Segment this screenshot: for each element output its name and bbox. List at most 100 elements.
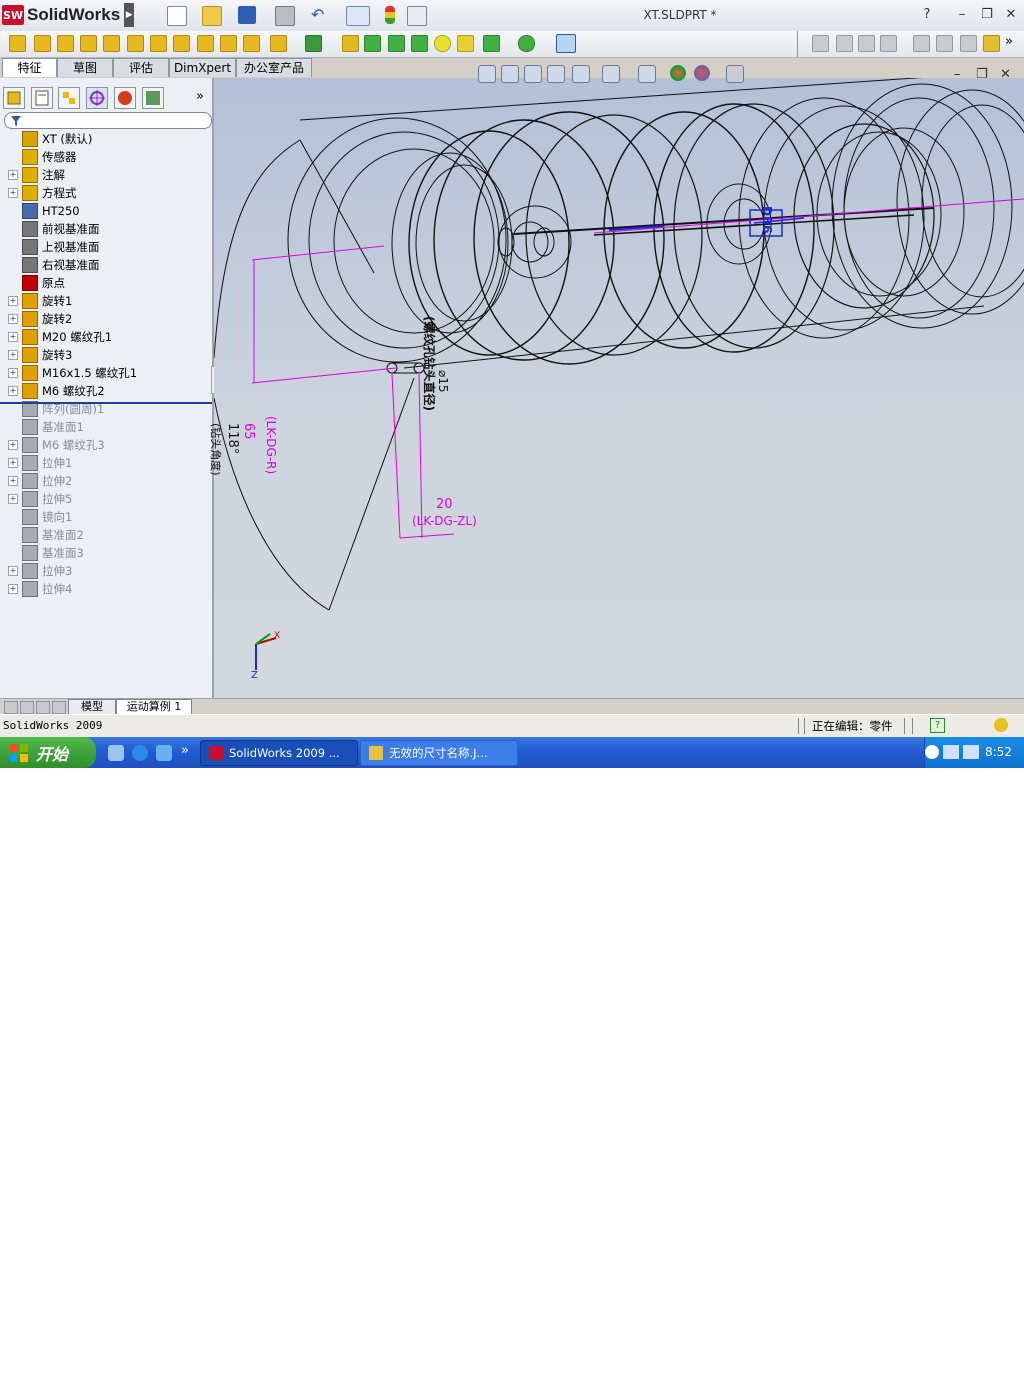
help-button[interactable]: ? [918, 6, 936, 24]
tree-node[interactable]: + 注解 [0, 166, 212, 184]
expand-toggle-icon[interactable]: + [8, 458, 18, 468]
expand-toggle-icon[interactable]: + [8, 566, 18, 576]
configurationmanager-tab-icon[interactable] [58, 87, 80, 109]
revolved-boss-icon[interactable] [34, 35, 51, 52]
tray-expand-icon[interactable] [925, 745, 939, 759]
internet-explorer-icon[interactable] [132, 745, 148, 761]
tree-node[interactable]: + 拉伸4 [0, 580, 212, 598]
select-arrow-icon[interactable] [346, 6, 370, 26]
boundary-cut-icon[interactable] [243, 35, 260, 52]
taskbar-solidworks[interactable]: SolidWorks 2009 ... [200, 740, 358, 766]
wrap-icon[interactable] [411, 35, 428, 52]
dome-icon[interactable] [434, 35, 451, 52]
reference-geometry-icon[interactable] [483, 35, 500, 52]
tab-features[interactable]: 特征 [2, 58, 57, 77]
tab-sketch[interactable]: 草图 [57, 58, 113, 77]
tree-node[interactable]: + 方程式 [0, 184, 212, 202]
lofted-cut-icon[interactable] [220, 35, 237, 52]
extruded-cut-icon[interactable] [127, 35, 144, 52]
new-document-icon[interactable] [167, 6, 187, 26]
section-view-icon[interactable] [547, 65, 565, 83]
taskbar-image-viewer[interactable]: 无效的尺寸名称.J... [360, 740, 518, 766]
tree-node[interactable]: + 旋转1 [0, 292, 212, 310]
options-icon[interactable] [407, 6, 427, 26]
display-style-icon[interactable] [602, 65, 620, 83]
panel-expand-icon[interactable]: » [196, 89, 204, 104]
expand-toggle-icon[interactable]: + [8, 332, 18, 342]
start-button[interactable]: 开始 [0, 737, 96, 768]
display-manager-tab-icon[interactable] [114, 87, 136, 109]
expand-toggle-icon[interactable]: + [8, 314, 18, 324]
instant3d-icon[interactable] [556, 34, 576, 53]
expand-toggle-icon[interactable]: + [8, 386, 18, 396]
viewport-close-button[interactable]: ✕ [1000, 67, 1011, 82]
print-icon[interactable] [275, 6, 295, 26]
taskbar-clock[interactable]: 8:52 [985, 745, 1012, 759]
undo-icon[interactable]: ↶ [311, 6, 329, 24]
rollback-bar[interactable] [0, 402, 212, 404]
dimension-20-value[interactable]: 20 [436, 497, 453, 512]
toolbar-overflow-icon[interactable]: » [1005, 34, 1013, 49]
quicklaunch-more-icon[interactable]: » [181, 743, 189, 758]
routing-icon[interactable] [880, 35, 897, 52]
next-tab-arrow-icon[interactable] [36, 701, 50, 714]
tree-node[interactable]: 原点 [0, 274, 212, 292]
tab-evaluate[interactable]: 评估 [113, 58, 169, 77]
show-desktop-icon[interactable] [108, 745, 124, 761]
expand-toggle-icon[interactable]: + [8, 188, 18, 198]
rebuild-icon[interactable] [385, 6, 395, 24]
swept-cut-icon[interactable] [197, 35, 214, 52]
expand-toggle-icon[interactable]: + [8, 296, 18, 306]
last-tab-arrow-icon[interactable] [52, 701, 66, 714]
restore-button[interactable]: ❐ [978, 6, 996, 24]
tree-node[interactable]: 基准面2 [0, 526, 212, 544]
previous-view-icon[interactable] [524, 65, 542, 83]
dimension-65-value[interactable]: 65 [241, 423, 256, 440]
hole-wizard-icon[interactable] [150, 35, 167, 52]
hide-show-items-icon[interactable] [638, 65, 656, 83]
tab-office-products[interactable]: 办公室产品 [236, 58, 312, 77]
tree-node[interactable]: HT250 [0, 202, 212, 220]
tree-node[interactable]: 基准面3 [0, 544, 212, 562]
tree-node[interactable]: + M6 螺纹孔2 [0, 382, 212, 400]
tree-node[interactable]: 前视基准面 [0, 220, 212, 238]
boundary-boss-icon[interactable] [103, 35, 120, 52]
curves-icon[interactable] [518, 35, 535, 52]
extruded-boss-icon[interactable] [9, 35, 26, 52]
expand-toggle-icon[interactable]: + [8, 368, 18, 378]
tree-node[interactable]: XT (默认) [0, 130, 212, 148]
solidworks-logo[interactable]: SW SolidWorks ▶ [2, 3, 136, 27]
quick-tips-icon[interactable]: ? [930, 718, 945, 733]
sheet-metal-icon[interactable] [836, 35, 853, 52]
minimize-button[interactable]: – [953, 6, 971, 24]
weldment-icon[interactable] [812, 35, 829, 52]
menu-flyout-arrow-icon[interactable]: ▶ [124, 3, 135, 27]
first-tab-arrow-icon[interactable] [4, 701, 18, 714]
tree-node[interactable]: + M20 螺纹孔1 [0, 328, 212, 346]
expand-toggle-icon[interactable]: + [8, 170, 18, 180]
diameter-15-value[interactable]: ⌀15 [436, 370, 450, 393]
tree-node[interactable]: 右视基准面 [0, 256, 212, 274]
tree-node[interactable]: 镜向1 [0, 508, 212, 526]
save-icon[interactable] [238, 6, 256, 24]
tree-node[interactable]: 基准面1 [0, 418, 212, 436]
tree-node[interactable]: + 拉伸5 [0, 490, 212, 508]
apply-scene-icon[interactable] [694, 65, 710, 81]
shell-icon[interactable] [388, 35, 405, 52]
close-button[interactable]: ✕ [1002, 6, 1020, 24]
expand-toggle-icon[interactable]: + [8, 440, 18, 450]
expand-toggle-icon[interactable]: + [8, 476, 18, 486]
tree-node[interactable]: + M16x1.5 螺纹孔1 [0, 364, 212, 382]
featuremanager-tab-icon[interactable] [3, 87, 25, 109]
angle-118-value[interactable]: 118° [225, 423, 240, 454]
linear-pattern-icon[interactable] [305, 35, 322, 52]
rebuild-status-icon[interactable] [994, 718, 1008, 732]
hole-callout-label[interactable]: DB6 [760, 206, 774, 233]
network-icon[interactable] [943, 745, 959, 759]
expand-toggle-icon[interactable]: + [8, 584, 18, 594]
fillet-icon[interactable] [270, 35, 287, 52]
tree-node[interactable]: + 旋转2 [0, 310, 212, 328]
slot-icon[interactable] [913, 35, 930, 52]
propertymanager-tab-icon[interactable] [31, 87, 53, 109]
appearance-tab-icon[interactable] [142, 87, 164, 109]
